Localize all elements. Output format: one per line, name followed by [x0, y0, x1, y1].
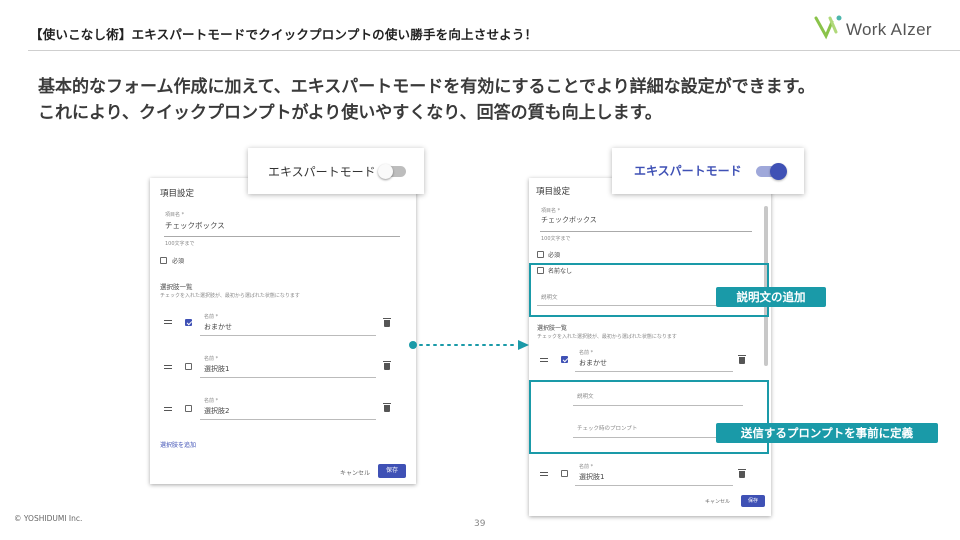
item-name-input[interactable]: チェックボックス — [541, 215, 597, 225]
drag-handle-icon[interactable] — [540, 358, 548, 362]
option-checkbox[interactable] — [561, 470, 568, 477]
header-divider — [28, 50, 960, 51]
required-label: 必須 — [548, 252, 561, 259]
required-label: 必須 — [172, 258, 185, 265]
cancel-button[interactable]: キャンセル — [340, 468, 370, 477]
expert-mode-switch-knob[interactable] — [378, 164, 393, 179]
expert-mode-toggle-card-on: エキスパートモード — [612, 148, 804, 194]
option-value: 選択肢2 — [204, 407, 230, 415]
required-checkbox[interactable] — [160, 257, 167, 264]
option-checkbox[interactable] — [185, 405, 192, 412]
trash-icon[interactable] — [738, 355, 746, 364]
page-number: 39 — [474, 519, 486, 529]
option-value: 選択肢1 — [579, 473, 605, 481]
trash-icon[interactable] — [383, 403, 391, 412]
options-title: 選択肢一覧 — [537, 325, 568, 332]
expert-mode-switch-knob[interactable] — [770, 163, 787, 180]
logo-text: Work AIzer — [846, 20, 932, 39]
options-hint: チェックを入れた選択肢が、最初から選ばれた状態になります — [537, 334, 677, 340]
option-name-field[interactable]: 名前 * おまかせ — [200, 312, 376, 336]
expert-mode-label: エキスパートモード — [268, 165, 376, 179]
item-name-label: 項目名 * — [165, 212, 185, 218]
save-button[interactable]: 保存 — [378, 464, 406, 478]
trash-icon[interactable] — [383, 318, 391, 327]
description-add-callout: 説明文の追加 — [716, 287, 826, 307]
expert-mode-label: エキスパートモード — [634, 164, 742, 178]
trash-icon[interactable] — [383, 361, 391, 370]
option-name-field[interactable]: 名前 * 選択肢2 — [200, 396, 376, 420]
option-name-field[interactable]: 名前 * 選択肢1 — [575, 462, 733, 486]
lead-line-2: これにより、クイックプロンプトがより使いやすくなり、回答の質も向上します。 — [38, 103, 662, 123]
right-settings-panel: 項目設定 項目名 * チェックボックス 100文字まで 必須 名前なし 説明文 … — [529, 178, 771, 516]
cancel-button[interactable]: キャンセル — [705, 498, 730, 505]
options-hint: チェックを入れた選択肢が、最初から選ばれた状態になります — [160, 293, 300, 299]
arrow-connector-icon — [409, 340, 529, 350]
work-aizer-logo: Work AIzer — [812, 12, 932, 46]
item-name-hint: 100文字まで — [165, 241, 195, 247]
option-checkbox[interactable] — [561, 356, 568, 363]
save-button[interactable]: 保存 — [741, 495, 765, 507]
option-value: おまかせ — [579, 359, 607, 367]
option-field-label: 名前 * — [204, 356, 219, 362]
trash-icon[interactable] — [738, 469, 746, 478]
expert-mode-toggle-card-off: エキスパートモード — [248, 148, 424, 194]
item-name-label: 項目名 * — [541, 208, 561, 214]
option-field-label: 名前 * — [204, 398, 219, 404]
option-checkbox[interactable] — [185, 363, 192, 370]
item-name-hint: 100文字まで — [541, 236, 571, 242]
section-title: 項目設定 — [160, 189, 195, 199]
drag-handle-icon[interactable] — [164, 407, 172, 411]
copyright: © YOSHIDUMI Inc. — [14, 514, 83, 523]
option-name-field[interactable]: 名前 * おまかせ — [575, 348, 733, 372]
lead-text: 基本的なフォーム作成に加えて、エキスパートモードを有効にすることでより詳細な設定… — [38, 74, 938, 126]
logo-mark-icon — [814, 15, 842, 40]
options-title: 選択肢一覧 — [160, 283, 193, 291]
slide-title: 【使いこなし術】エキスパートモードでクイックプロンプトの使い勝手を向上させよう！ — [30, 27, 538, 42]
prompt-define-callout: 送信するプロンプトを事前に定義 — [716, 423, 938, 443]
section-title: 項目設定 — [536, 187, 571, 197]
add-option-link[interactable]: 選択肢を追加 — [160, 440, 196, 449]
option-value: おまかせ — [204, 323, 232, 331]
drag-handle-icon[interactable] — [540, 472, 548, 476]
left-settings-panel: 項目設定 項目名 * チェックボックス 100文字まで 必須 選択肢一覧 チェッ… — [150, 178, 416, 484]
option-field-label: 名前 * — [204, 314, 219, 320]
lead-line-1: 基本的なフォーム作成に加えて、エキスパートモードを有効にすることでより詳細な設定… — [38, 77, 815, 97]
item-name-input[interactable]: チェックボックス — [165, 220, 225, 231]
item-name-underline — [540, 231, 752, 232]
drag-handle-icon[interactable] — [164, 365, 172, 369]
option-field-label: 名前 * — [579, 350, 594, 356]
drag-handle-icon[interactable] — [164, 320, 172, 324]
option-value: 選択肢1 — [204, 365, 230, 373]
option-checkbox[interactable] — [185, 319, 192, 326]
option-name-field[interactable]: 名前 * 選択肢1 — [200, 354, 376, 378]
required-checkbox[interactable] — [537, 251, 544, 258]
option-field-label: 名前 * — [579, 464, 594, 470]
item-name-underline — [164, 236, 400, 237]
